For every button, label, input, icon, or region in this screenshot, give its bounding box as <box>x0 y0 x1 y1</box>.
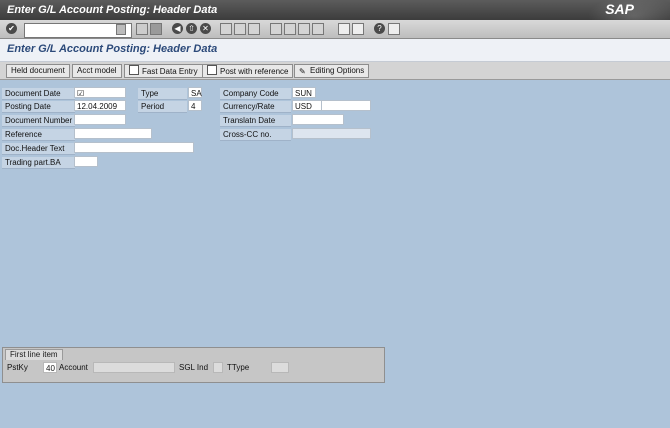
sap-logo: SAP <box>605 1 634 17</box>
previous-page-icon[interactable] <box>284 23 296 35</box>
pstky-label: PstKy <box>7 363 28 372</box>
type-label: Type <box>138 88 187 100</box>
doc-header-text-label: Doc.Header Text <box>2 143 75 155</box>
command-field-dropdown[interactable] <box>116 24 126 35</box>
document-number-field[interactable] <box>74 114 126 125</box>
currency-field[interactable]: USD <box>292 100 322 111</box>
window-title: Enter G/L Account Posting: Header Data <box>7 4 218 16</box>
ttype-label: TType <box>227 363 250 372</box>
help-icon[interactable]: ? <box>374 23 385 34</box>
enter-check-icon[interactable]: ✔ <box>6 23 17 34</box>
back-icon[interactable]: ◀ <box>172 23 183 34</box>
ttype-field[interactable] <box>271 362 289 373</box>
pencil-icon: ✎ <box>299 67 306 76</box>
back-arrow-icon[interactable] <box>136 23 148 35</box>
screen-title: Enter G/L Account Posting: Header Data <box>7 43 218 55</box>
reference-field[interactable] <box>74 128 152 139</box>
screen-header: Enter G/L Account Posting: Header Data <box>0 39 670 62</box>
next-page-icon[interactable] <box>298 23 310 35</box>
doc-header-text-field[interactable] <box>74 142 194 153</box>
company-code-field[interactable]: SUN <box>292 87 316 98</box>
copy-icon <box>207 65 217 75</box>
account-label: Account <box>59 363 88 372</box>
find-icon[interactable] <box>234 23 246 35</box>
type-field[interactable]: SA <box>188 87 202 98</box>
posting-date-label: Posting Date <box>2 101 75 113</box>
application-toolbar: Held document Acct model Fast Data Entry… <box>0 62 670 80</box>
cross-cc-no-field[interactable] <box>292 128 371 139</box>
document-number-label: Document Number <box>2 115 75 127</box>
document-date-label: Document Date <box>2 88 75 100</box>
fast-data-entry-button[interactable]: Fast Data Entry <box>124 64 203 78</box>
post-with-reference-button[interactable]: Post with reference <box>202 64 294 78</box>
fast-entry-icon <box>129 65 139 75</box>
editing-options-button[interactable]: ✎ Editing Options <box>294 64 370 78</box>
save-icon[interactable] <box>150 23 162 35</box>
acct-model-button[interactable]: Acct model <box>72 64 122 78</box>
last-page-icon[interactable] <box>312 23 324 35</box>
system-toolbar: ✔ ◀ ⇧ ✕ ? <box>0 20 670 39</box>
fast-data-entry-label: Fast Data Entry <box>142 67 198 76</box>
translatn-date-label: Translatn Date <box>220 115 291 127</box>
exit-icon[interactable]: ⇧ <box>186 23 197 34</box>
layout-menu-icon[interactable] <box>388 23 400 35</box>
currency-rate-label: Currency/Rate <box>220 101 291 113</box>
company-code-label: Company Code <box>220 88 291 100</box>
new-session-icon[interactable] <box>338 23 350 35</box>
shortcut-icon[interactable] <box>352 23 364 35</box>
cross-cc-no-label: Cross-CC no. <box>220 129 291 141</box>
sgl-ind-field[interactable] <box>213 362 223 373</box>
account-field[interactable] <box>93 362 175 373</box>
post-with-reference-label: Post with reference <box>220 67 289 76</box>
first-line-item-group: First line item PstKy 40 Account SGL Ind… <box>2 347 385 383</box>
exchange-rate-field[interactable] <box>321 100 371 111</box>
window-title-bar: Enter G/L Account Posting: Header Data S… <box>0 0 670 40</box>
first-line-item-title: First line item <box>5 349 63 360</box>
period-field[interactable]: 4 <box>188 100 202 111</box>
trading-part-ba-field[interactable] <box>74 156 98 167</box>
document-date-field[interactable]: ☑ <box>74 87 126 98</box>
print-icon[interactable] <box>220 23 232 35</box>
pstky-field[interactable]: 40 <box>43 362 57 373</box>
held-document-button[interactable]: Held document <box>6 64 70 78</box>
cancel-icon[interactable]: ✕ <box>200 23 211 34</box>
period-label: Period <box>138 101 187 113</box>
find-next-icon[interactable] <box>248 23 260 35</box>
first-page-icon[interactable] <box>270 23 282 35</box>
editing-options-label: Editing Options <box>310 66 365 75</box>
translatn-date-field[interactable] <box>292 114 344 125</box>
reference-label: Reference <box>2 129 75 141</box>
sgl-ind-label: SGL Ind <box>179 363 209 372</box>
trading-part-ba-label: Trading part.BA <box>2 157 75 169</box>
posting-date-field[interactable]: 12.04.2009 <box>74 100 126 111</box>
